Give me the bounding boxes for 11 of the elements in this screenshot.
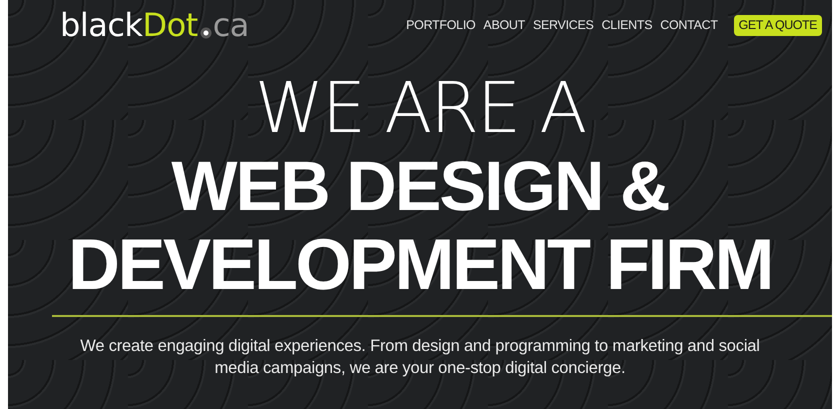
- headline: WE ARE A: [254, 73, 586, 144]
- logo[interactable]: blackDot ca: [60, 8, 249, 44]
- nav-link[interactable]: CONTACT: [660, 16, 718, 35]
- nav-link[interactable]: CLIENTS: [602, 16, 652, 35]
- headline: DEVELOPMENT FIRM: [66, 229, 773, 302]
- nav-link[interactable]: ABOUT: [483, 16, 525, 35]
- quote-button[interactable]: GET A QUOTE: [734, 15, 822, 36]
- tagline: We create engaging digital experiences. From design and programming to marketing and social media campaigns, we are your one-stop digital concierge.: [79, 336, 761, 380]
- headline: WEB DESIGN &: [170, 151, 670, 222]
- nav-link[interactable]: PORTFOLIO: [406, 16, 476, 35]
- nav-link[interactable]: SERVICES: [532, 16, 594, 35]
